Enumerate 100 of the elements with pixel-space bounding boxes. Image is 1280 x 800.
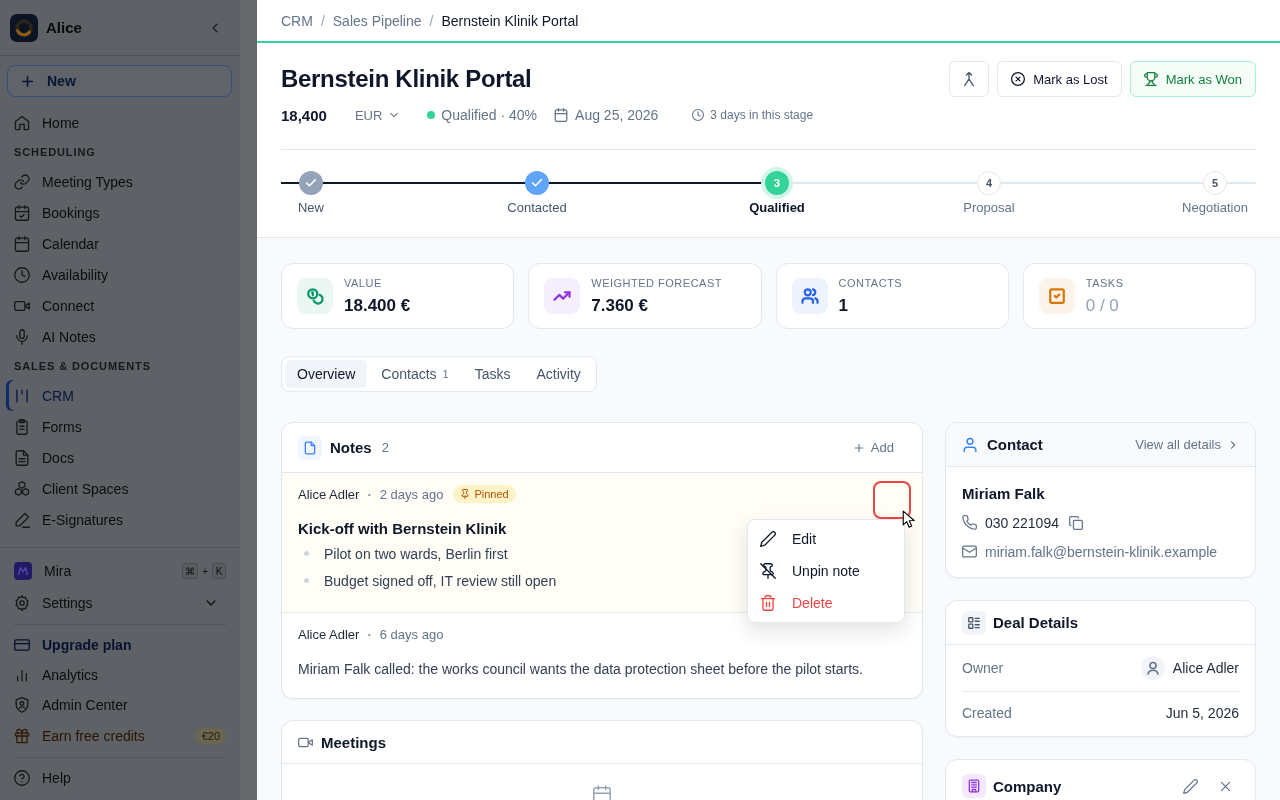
plus-icon (20, 73, 35, 89)
nav-item[interactable]: Settings (6, 586, 234, 619)
nav-item[interactable]: Bookings (6, 197, 234, 228)
check-icon (531, 177, 543, 189)
clock-icon (692, 109, 705, 121)
new-button[interactable]: New (7, 65, 232, 97)
menu-item[interactable]: Delete (748, 587, 904, 619)
step-label: Contacted (507, 200, 567, 216)
email-link[interactable]: miriam.falk@bernstein-klinik.example (985, 543, 1218, 560)
nav-item[interactable]: Upgrade plan (6, 630, 234, 660)
stat-value: 18.400 € (344, 295, 411, 317)
stage-label: Qualified · 40% (441, 107, 538, 123)
nav-item[interactable]: Docs (6, 442, 234, 473)
card-title: Company (993, 777, 1062, 795)
meta-separator: · (367, 486, 372, 502)
stat-label: VALUE (344, 276, 383, 291)
trash-icon (760, 595, 776, 611)
mark-lost-button[interactable]: Mark as Lost (997, 61, 1122, 97)
tab[interactable]: Contacts 1 (369, 360, 461, 388)
stat-label: TASKS (1085, 276, 1124, 291)
tab[interactable]: Overview (285, 360, 368, 388)
credit-card-icon (14, 637, 30, 653)
menu-item[interactable]: Edit (748, 523, 904, 555)
tab[interactable]: Activity (524, 360, 593, 388)
gear-icon (14, 594, 30, 611)
breadcrumb-link[interactable]: CRM (281, 12, 313, 29)
breadcrumb-link[interactable]: Sales Pipeline (332, 12, 422, 29)
bullet-icon (304, 551, 309, 556)
check-square-icon (1038, 278, 1075, 314)
nav-item[interactable]: CRM (6, 380, 234, 411)
hexagons-icon (14, 480, 30, 497)
clipboard-icon (14, 418, 30, 435)
check-icon (305, 177, 317, 189)
copy-button[interactable] (1068, 515, 1083, 530)
list-item-text: Budget signed off, IT review still open (324, 572, 557, 589)
nav-item[interactable]: Availability (6, 259, 234, 290)
trophy-icon (1143, 72, 1158, 86)
list-item-text: Pilot on two wards, Berlin first (324, 545, 508, 562)
menu-item[interactable]: Unpin note (748, 555, 904, 587)
note-time: 6 days ago (379, 626, 444, 642)
x-circle-icon (1011, 72, 1026, 86)
contact-name: Miriam Falk (962, 484, 1046, 504)
copy-icon (1068, 515, 1083, 530)
breadcrumb-current: Bernstein Klinik Portal (441, 12, 579, 29)
nav-item[interactable]: Admin Center (6, 690, 234, 720)
link-icon (14, 173, 30, 190)
nav-item[interactable]: Analytics (6, 660, 234, 690)
step-label: Negotiation (1182, 200, 1248, 216)
calendar-icon (554, 108, 569, 122)
nav-item[interactable]: Connect (6, 290, 234, 321)
nav-item[interactable]: Forms (6, 411, 234, 442)
note-text: Miriam Falk called: the works council wants the data protection sheet before the pilot starts. (298, 660, 864, 679)
nav-item[interactable]: Earn free credits €20 (6, 720, 234, 752)
mail-icon (962, 544, 977, 559)
pinned-badge: Pinned (453, 485, 516, 503)
pin-off-icon (760, 563, 776, 579)
card-title: Deal Details (993, 614, 1079, 631)
mark-won-button[interactable]: Mark as Won (1129, 61, 1256, 97)
deal-title: Bernstein Klinik Portal (281, 64, 532, 94)
note-author: Alice Adler (298, 486, 360, 502)
shortcut-key: K (212, 563, 226, 579)
nav-item[interactable]: Help (6, 763, 234, 793)
close-date: Aug 25, 2026 (575, 107, 659, 123)
nav-item[interactable]: Client Spaces (6, 473, 234, 504)
nav-item[interactable]: AI Notes (6, 321, 234, 352)
plus-icon (852, 441, 865, 454)
view-details-link[interactable]: View all details (1135, 437, 1239, 452)
note-title: Kick-off with Bernstein Klinik (298, 519, 507, 539)
nav-item[interactable]: E-Signatures (6, 504, 234, 535)
pencil-icon (760, 531, 776, 547)
stat-value: 1 (838, 295, 849, 317)
fork-button[interactable] (949, 61, 990, 97)
pen-icon (14, 511, 30, 528)
shortcut-key: ⌘ (182, 563, 199, 579)
bar-chart-icon (14, 667, 30, 683)
step-label: Proposal (963, 200, 1015, 216)
card-title: Contact (987, 436, 1043, 453)
nav-item[interactable]: Calendar (6, 228, 234, 259)
card-title: Meetings (321, 733, 386, 751)
meta-separator: · (367, 626, 372, 642)
file-icon (298, 435, 322, 460)
bullet-icon (304, 578, 309, 583)
phone-number: 030 221094 (985, 514, 1059, 531)
deal-amount: 18,400 (281, 106, 327, 124)
nav-item[interactable]: Mira ⌘ + K (6, 556, 234, 586)
clock-icon (14, 266, 30, 283)
add-button[interactable]: Add (840, 436, 906, 459)
user-icon (962, 436, 978, 453)
workspace-name: Alice (46, 19, 82, 36)
step-label: Qualified (749, 200, 805, 216)
stat-value: 7.360 € (591, 295, 649, 317)
gift-icon (14, 728, 30, 744)
tab[interactable]: Tasks (462, 360, 523, 388)
trend-up-icon (544, 278, 581, 314)
nav-item[interactable]: Meeting Types (6, 166, 234, 197)
breadcrumb-separator: / (429, 12, 434, 29)
currency-select[interactable]: EUR (354, 107, 401, 123)
nav-item[interactable]: Home (6, 107, 234, 138)
microphone-icon (14, 328, 30, 345)
calendar-icon (14, 235, 30, 252)
